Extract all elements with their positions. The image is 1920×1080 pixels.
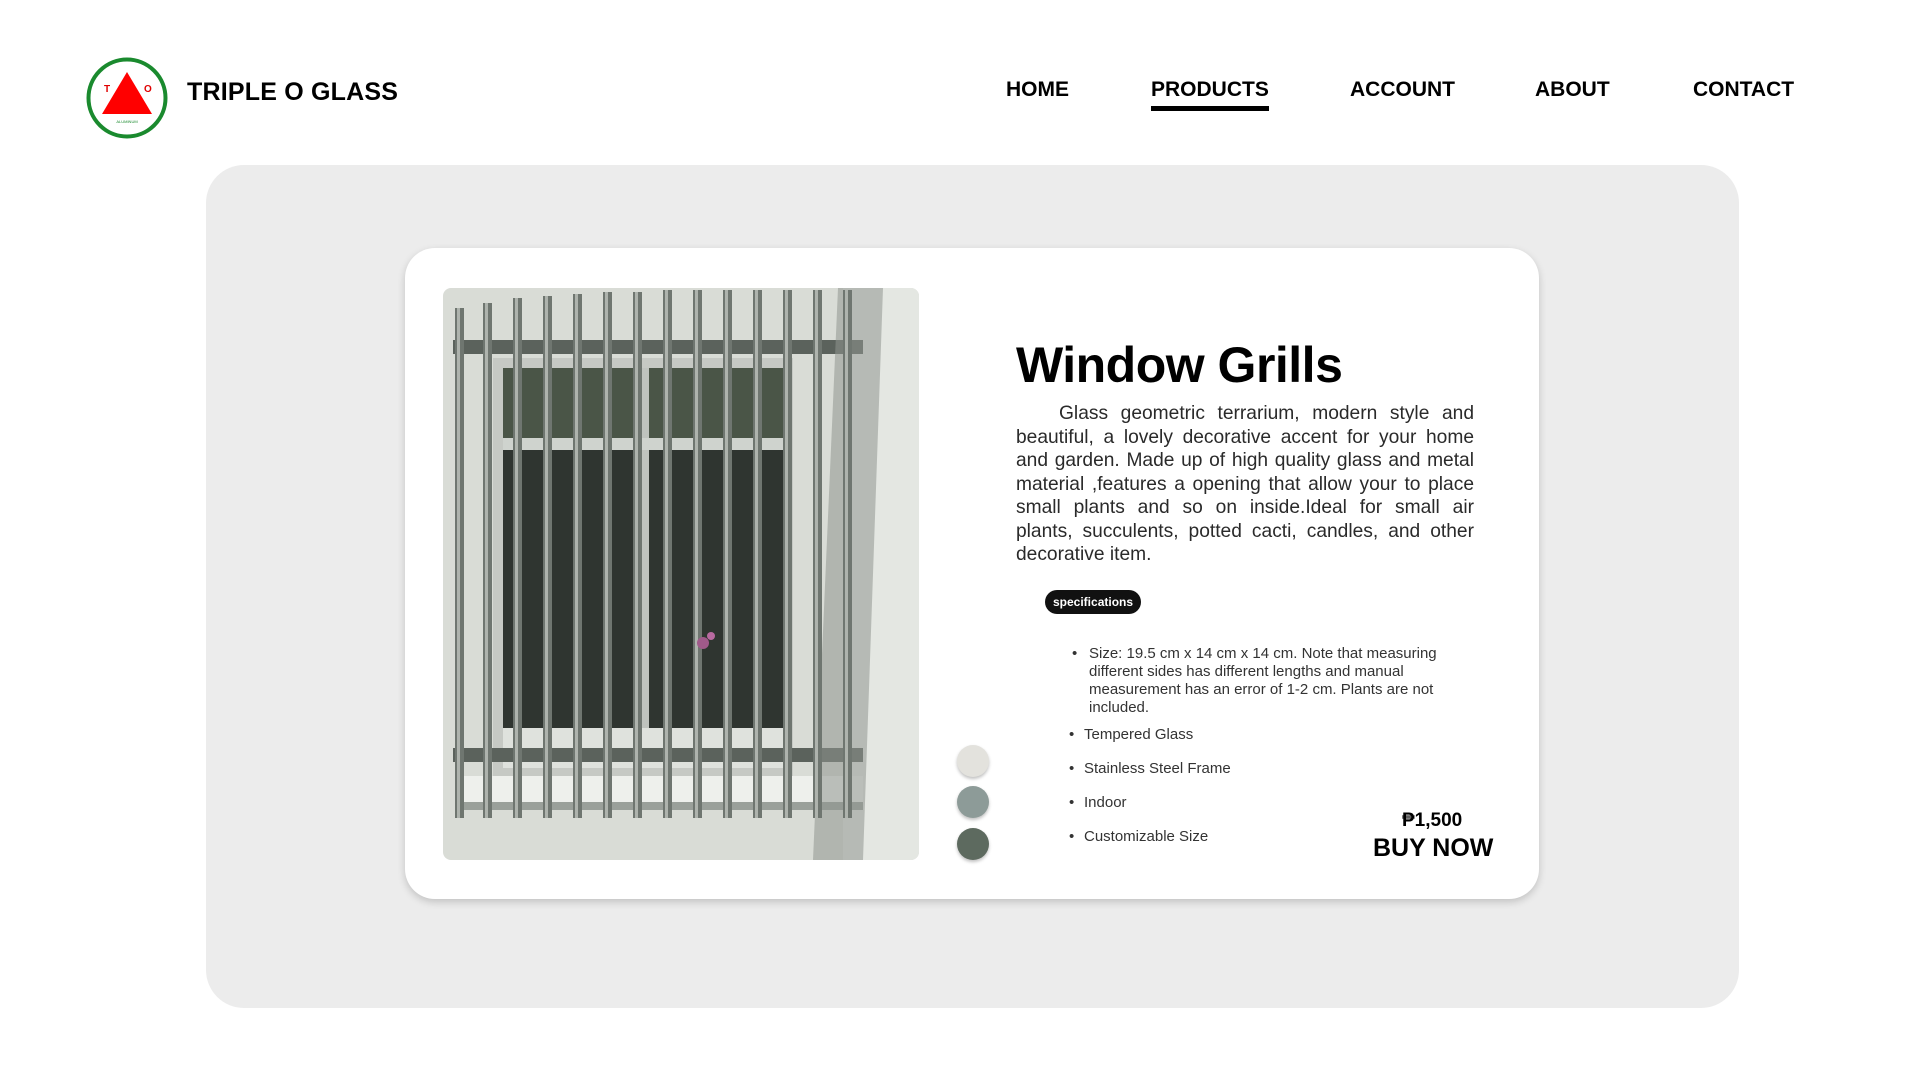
color-swatch-light[interactable] <box>957 745 989 777</box>
spec-size: Size: 19.5 cm x 14 cm x 14 cm. Note that… <box>1069 645 1469 717</box>
logo-subtext: ALUMINUM <box>116 119 137 124</box>
nav-account[interactable]: ACCOUNT <box>1350 78 1455 102</box>
color-swatch-dark[interactable] <box>957 828 989 860</box>
product-title: Window Grills <box>1016 337 1343 393</box>
spec-item: Stainless Steel Frame <box>1066 760 1466 778</box>
color-swatch-grey[interactable] <box>957 786 989 818</box>
product-price: ₱1,500 <box>1402 810 1463 831</box>
product-image[interactable] <box>443 288 919 860</box>
nav-products[interactable]: PRODUCTS <box>1151 78 1269 111</box>
nav-about[interactable]: ABOUT <box>1535 78 1610 102</box>
spec-item: Tempered Glass <box>1066 726 1466 744</box>
buy-now-button[interactable]: BUY NOW <box>1373 834 1493 863</box>
main-nav: HOME PRODUCTS ACCOUNT ABOUT CONTACT <box>0 78 1920 118</box>
product-description: Glass geometric terrarium, modern style … <box>1016 403 1474 565</box>
product-card: Window Grills Glass geometric terrarium,… <box>405 248 1539 899</box>
nav-home[interactable]: HOME <box>1006 78 1069 102</box>
nav-contact[interactable]: CONTACT <box>1693 78 1794 102</box>
specifications-badge[interactable]: specifications <box>1045 590 1142 614</box>
